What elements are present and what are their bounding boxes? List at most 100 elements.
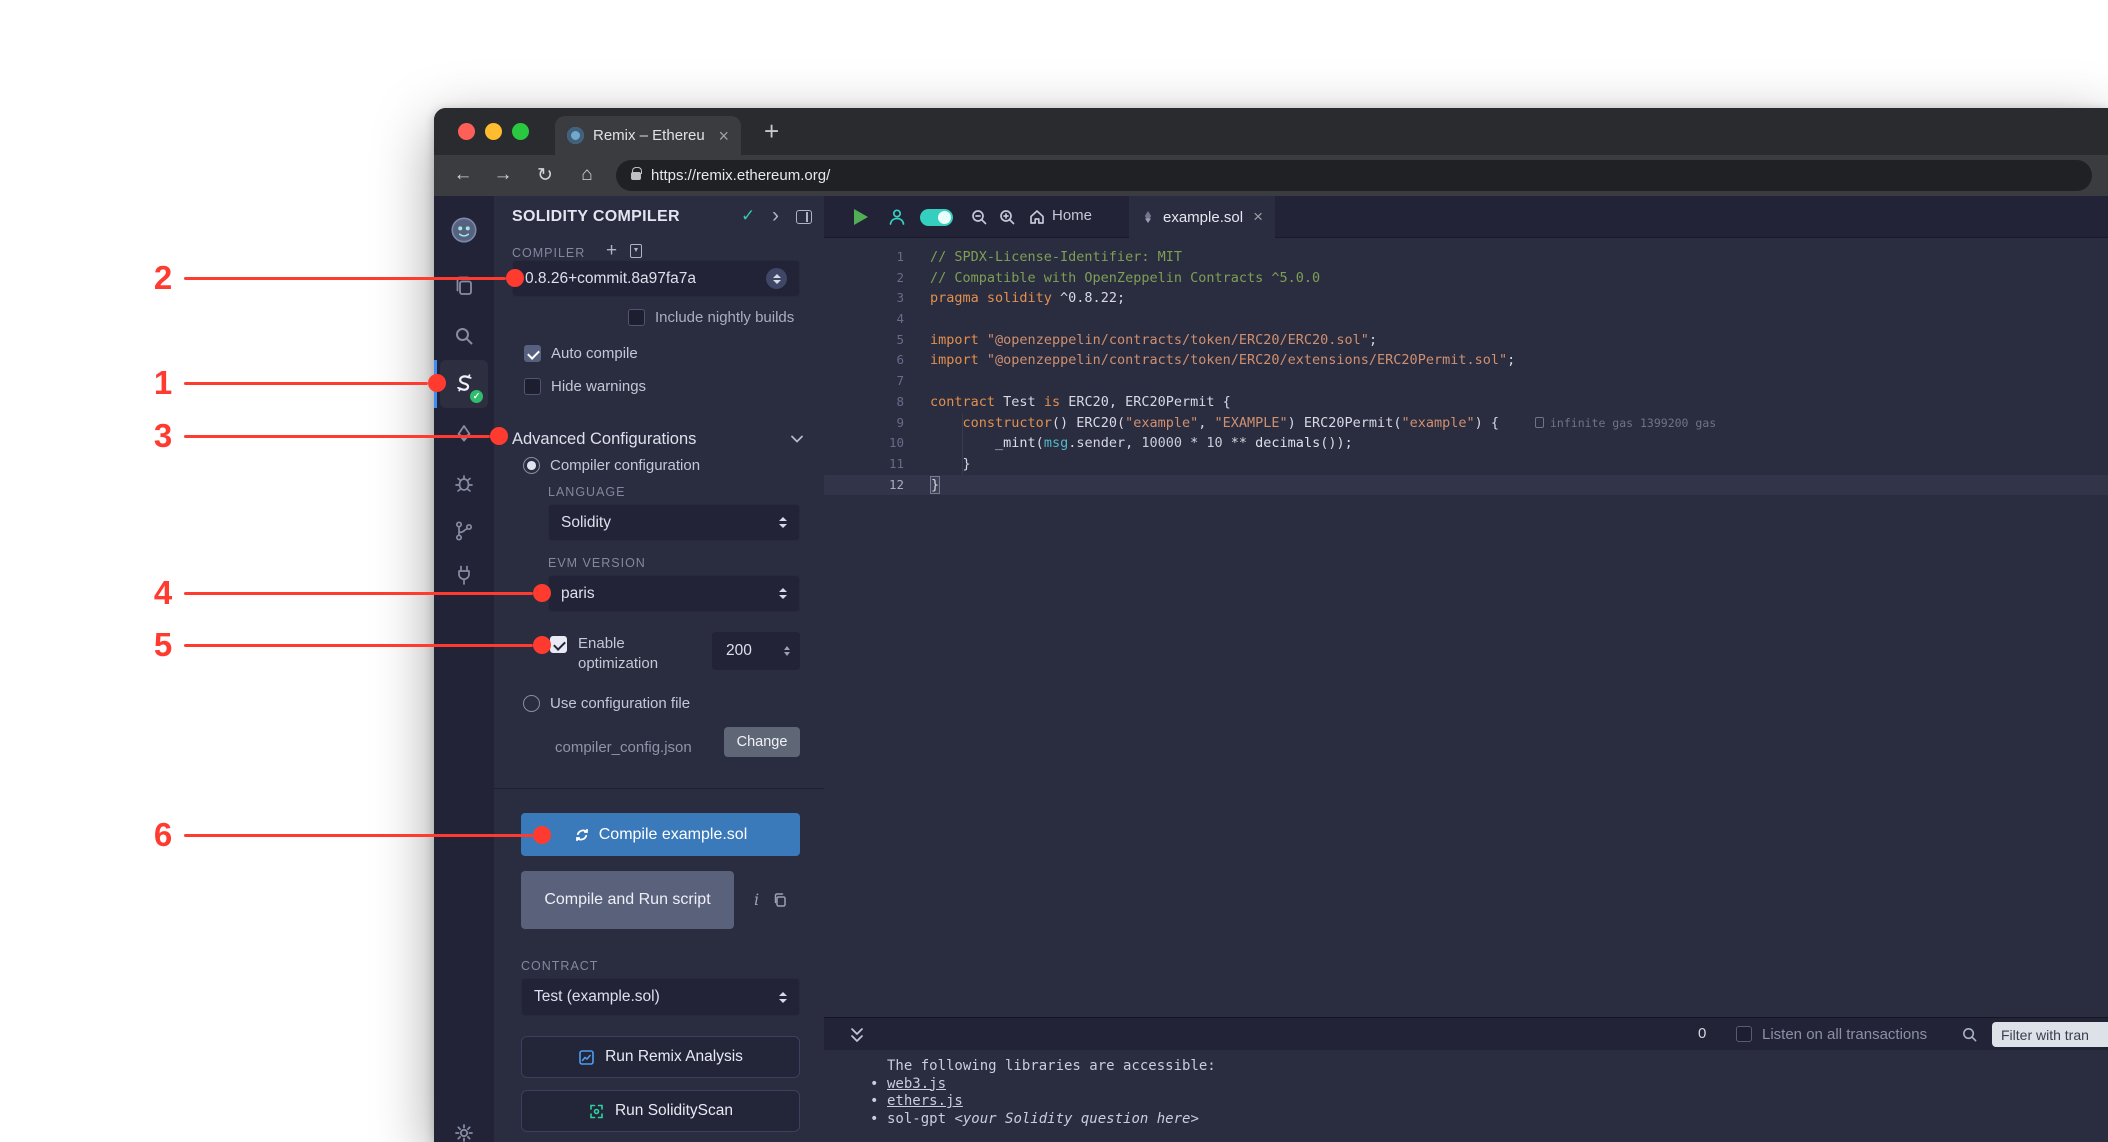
line-number: 11: [888, 455, 904, 471]
line-number: 1: [896, 249, 904, 264]
code-line[interactable]: 1// SPDX-License-Identifier: MIT: [824, 247, 2108, 268]
config-file-name[interactable]: compiler_config.json: [555, 739, 692, 756]
contract-select[interactable]: Test (example.sol): [521, 978, 800, 1016]
compile-success-badge-icon: ✓: [470, 390, 483, 403]
language-select[interactable]: Solidity: [548, 504, 800, 541]
terminal-toolbar: 0 Listen on all transactions: [824, 1017, 2108, 1050]
evm-version-label: EVM VERSION: [548, 556, 646, 570]
terminal-link[interactable]: ethers.js: [887, 1093, 963, 1109]
bullet: •: [870, 1110, 879, 1127]
terminal-output[interactable]: The following libraries are accessible: •…: [824, 1050, 2108, 1142]
debugger-icon[interactable]: [440, 459, 488, 507]
plugin-manager-icon[interactable]: [440, 551, 488, 599]
zoom-out-icon[interactable]: [970, 208, 988, 226]
solidity-compiler-icon[interactable]: ✓: [440, 360, 488, 408]
auto-compile-row[interactable]: Auto compile: [524, 345, 638, 362]
editor-file-tab[interactable]: example.sol ×: [1129, 196, 1275, 238]
enable-optimization-row[interactable]: [550, 636, 567, 653]
browser-tab[interactable]: Remix – Ethereu ×: [555, 116, 741, 155]
code-editor[interactable]: 1// SPDX-License-Identifier: MIT 2// Comp…: [824, 238, 2108, 1017]
use-configuration-file-radio[interactable]: [523, 695, 540, 712]
code-line[interactable]: 6 import "@openzeppelin/contracts/token/E…: [824, 350, 2108, 371]
solidity-compiler-panel: SOLIDITY COMPILER ✓ › COMPILER + 0.8.26+…: [494, 196, 824, 1142]
editor-tab-close-icon[interactable]: ×: [1253, 207, 1263, 227]
auto-compile-checkbox[interactable]: [524, 345, 541, 362]
copy-icon[interactable]: [772, 892, 787, 908]
hide-warnings-row[interactable]: Hide warnings: [524, 378, 646, 395]
enable-optimization-checkbox[interactable]: [550, 636, 567, 653]
use-configuration-file-radio-row[interactable]: Use configuration file: [523, 695, 690, 712]
line-number: 9: [896, 414, 904, 430]
run-solidityscan-label: Run SolidityScan: [614, 1102, 734, 1119]
home-tab-icon[interactable]: [1028, 208, 1046, 226]
settings-gear-icon[interactable]: [440, 1109, 488, 1142]
terminal-line: • web3.js: [870, 1076, 2108, 1094]
code-line[interactable]: 8 contract Test is ERC20, ERC20Permit {: [824, 392, 2108, 413]
chevron-right-icon[interactable]: ›: [772, 204, 779, 228]
home-tab-label[interactable]: Home: [1052, 207, 1092, 224]
code-line[interactable]: 11 }: [824, 454, 2108, 475]
compiler-version-select[interactable]: 0.8.26+commit.8a97fa7a: [512, 260, 800, 297]
optimization-runs-value: 200: [726, 642, 752, 659]
code-line[interactable]: 12}: [824, 474, 2108, 496]
active-plugin-indicator: [434, 360, 437, 408]
evm-version-select[interactable]: paris: [548, 575, 800, 612]
address-bar[interactable]: https://remix.ethereum.org/: [616, 160, 2092, 191]
include-nightly-label: Include nightly builds: [655, 309, 795, 326]
code-line[interactable]: 5 import "@openzeppelin/contracts/token/E…: [824, 330, 2108, 351]
new-tab-button[interactable]: +: [764, 116, 779, 146]
run-solidityscan-button[interactable]: Run SolidityScan: [521, 1090, 800, 1132]
run-remix-analysis-button[interactable]: Run Remix Analysis: [521, 1036, 800, 1078]
terminal-text: sol-gpt: [887, 1110, 955, 1127]
line-number: 3: [896, 290, 904, 306]
run-script-play-icon[interactable]: [854, 209, 868, 225]
compile-button[interactable]: Compile example.sol: [521, 813, 800, 856]
tab-title: Remix – Ethereu: [593, 127, 705, 144]
code-line[interactable]: 2// Compatible with OpenZeppelin Contrac…: [824, 268, 2108, 289]
forward-icon[interactable]: →: [490, 162, 516, 188]
back-icon[interactable]: ←: [450, 162, 476, 188]
zoom-in-icon[interactable]: [998, 208, 1016, 226]
browser-home-icon[interactable]: ⌂: [574, 162, 600, 188]
window-minimize-button[interactable]: [485, 123, 502, 140]
remix-logo-icon[interactable]: [440, 206, 488, 254]
ai-copilot-toggle[interactable]: [920, 209, 953, 226]
deploy-and-run-icon[interactable]: [440, 411, 488, 459]
file-explorer-icon[interactable]: [440, 262, 488, 310]
code-line[interactable]: 4: [824, 309, 2108, 330]
transaction-filter-input[interactable]: [1992, 1022, 2108, 1047]
line-number: 10: [888, 435, 904, 451]
select-stepper-icon: [779, 991, 787, 1003]
code-line[interactable]: 9 constructor() ERC20("example", "EXAMPL…: [824, 413, 2108, 434]
code-line[interactable]: 3 pragma solidity ^0.8.22;: [824, 288, 2108, 309]
terminal-line: • ethers.js: [870, 1093, 2108, 1111]
info-icon[interactable]: i: [754, 890, 759, 909]
compiler-configuration-radio-row[interactable]: Compiler configuration: [523, 457, 700, 474]
add-compiler-icon[interactable]: +: [606, 240, 617, 262]
advanced-configurations-header[interactable]: Advanced Configurations: [512, 426, 806, 452]
include-nightly-row[interactable]: Include nightly builds: [628, 309, 794, 326]
search-icon[interactable]: [440, 312, 488, 360]
change-config-button[interactable]: Change: [724, 727, 800, 757]
compiler-configuration-radio[interactable]: [523, 457, 540, 474]
compile-and-run-button[interactable]: Compile and Run script: [521, 871, 734, 929]
tab-close-icon[interactable]: ×: [718, 127, 729, 145]
load-compiler-file-icon[interactable]: [630, 244, 642, 258]
code-line[interactable]: 10 _mint(msg.sender, 10000 * 10 ** decim…: [824, 433, 2108, 454]
source-control-icon[interactable]: [440, 507, 488, 555]
hide-warnings-checkbox[interactable]: [524, 378, 541, 395]
number-stepper-icon[interactable]: [784, 646, 790, 656]
terminal-collapse-icon[interactable]: [846, 1024, 868, 1046]
code-line[interactable]: 7: [824, 371, 2108, 392]
include-nightly-checkbox[interactable]: [628, 309, 645, 326]
terminal-search-icon[interactable]: [1960, 1025, 1978, 1043]
language-label: LANGUAGE: [548, 485, 626, 499]
reload-icon[interactable]: ↻: [532, 162, 558, 188]
window-zoom-button[interactable]: [512, 123, 529, 140]
listen-all-transactions-checkbox[interactable]: [1736, 1026, 1752, 1042]
window-close-button[interactable]: [458, 123, 475, 140]
pin-panel-icon[interactable]: [796, 210, 812, 224]
ai-assistant-icon[interactable]: [888, 208, 906, 226]
terminal-link[interactable]: web3.js: [887, 1076, 946, 1092]
optimization-runs-input[interactable]: 200: [712, 632, 800, 670]
